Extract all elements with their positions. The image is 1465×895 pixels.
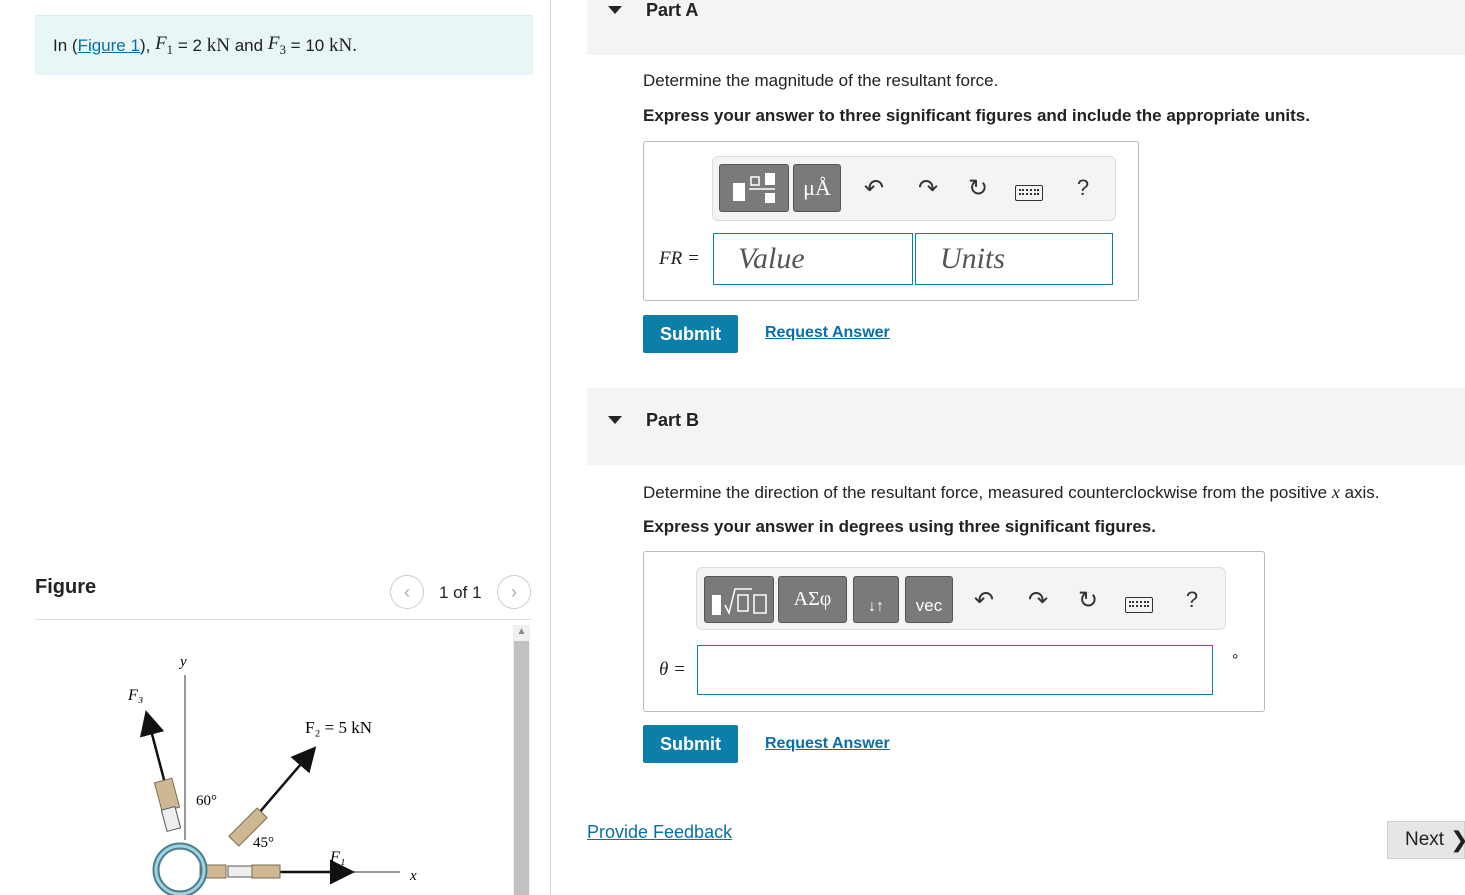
part-b-request-answer-link[interactable]: Request Answer (765, 735, 890, 753)
units-placeholder: Units (940, 242, 1006, 275)
f1-unit: kN (206, 34, 230, 56)
problem-suffix: ), (139, 35, 151, 55)
problem-prefix: In ( (53, 35, 78, 55)
figure-pager-count: 1 of 1 (439, 583, 482, 602)
chevron-left-icon: ‹ (404, 581, 410, 602)
pane-divider (550, 0, 551, 895)
x-axis-label: x (409, 868, 417, 884)
theta-variable-label: θ = (659, 659, 686, 680)
figure-divider (35, 619, 532, 620)
part-b-submit-button[interactable]: Submit (643, 725, 738, 763)
caret-down-icon (608, 6, 622, 14)
arrows-tool-label: ↓↑ (868, 597, 884, 615)
angle-60-label: 60° (196, 793, 217, 809)
figure-title: Figure (35, 576, 97, 598)
fr-variable-label: FR = (659, 248, 700, 269)
units-tool-button[interactable]: μÅ (793, 164, 841, 212)
f1-value: = 2 (177, 35, 203, 55)
part-b-answer-box: ΑΣφ ↓↑ vec ↶ ↷ ↻ ? θ = ° (643, 551, 1265, 712)
figure-scrollbar-thumb[interactable] (514, 641, 529, 895)
chevron-right-icon: ❯ (1450, 829, 1465, 851)
chevron-right-icon: › (511, 581, 517, 602)
degree-unit-label: ° (1232, 652, 1239, 669)
part-b-header[interactable]: Part B (587, 388, 1465, 465)
part-a-submit-button[interactable]: Submit (643, 315, 738, 353)
help-icon[interactable]: ? (1068, 173, 1098, 203)
turnbuckle-f3 (160, 805, 182, 833)
redo-icon[interactable]: ↷ (913, 173, 943, 203)
value-input[interactable]: Value (713, 233, 913, 285)
reset-icon[interactable]: ↻ (1073, 585, 1103, 615)
problem-statement: In (Figure 1), F1 = 2 kN and F3 = 10 kN. (35, 15, 533, 75)
undo-icon[interactable]: ↶ (969, 585, 999, 615)
f3-label: F₃ (127, 687, 143, 704)
value-placeholder: Value (738, 242, 805, 275)
help-label: ? (1076, 175, 1090, 200)
vec-tool-button[interactable]: vec (905, 576, 953, 623)
template-tool-button[interactable] (704, 576, 774, 623)
help-icon[interactable]: ? (1177, 585, 1207, 615)
angle-45-label: 45° (253, 835, 274, 851)
force-diagram: y x F₃ F₂ = 5 kN F₁ 60° 45° (127, 654, 417, 895)
units-tool-label: μÅ (803, 175, 831, 200)
next-label: Next (1405, 829, 1445, 850)
f1-symbol: F1 (155, 33, 174, 57)
greek-tool-label: ΑΣφ (793, 588, 832, 610)
units-input[interactable]: Units (915, 233, 1113, 285)
next-button[interactable]: Next ❯ (1387, 821, 1465, 859)
f3-symbol: F3 (267, 33, 286, 57)
prev-figure-button[interactable]: ‹ (390, 575, 424, 609)
provide-feedback-link[interactable]: Provide Feedback (587, 822, 732, 843)
y-axis-label: y (178, 654, 187, 670)
part-a-request-answer-link[interactable]: Request Answer (765, 324, 890, 342)
f3-value: = 10 (290, 35, 325, 55)
part-a-answer-box: μÅ ↶ ↷ ↻ ? FR = Value Units (643, 141, 1139, 301)
f2-label: F₂ = 5 kN (305, 718, 372, 737)
part-a-title: Part A (646, 0, 699, 20)
part-a-instruction: Express your answer to three significant… (643, 106, 1310, 125)
turnbuckle-f1 (227, 865, 253, 878)
scroll-up-icon[interactable]: ▲ (513, 625, 530, 639)
part-b-prompt: Determine the direction of the resultant… (643, 482, 1380, 502)
angle-input[interactable] (697, 645, 1213, 695)
f1-label: F₁ (329, 849, 345, 866)
rope-segment-f1-b (251, 864, 281, 879)
figure-link[interactable]: Figure 1 (78, 36, 140, 56)
radical-template-icon (712, 587, 767, 615)
caret-down-icon (608, 416, 622, 424)
and-text: and (234, 35, 264, 55)
fraction-template-icon (733, 173, 775, 203)
part-b-toolbar: ΑΣφ ↓↑ vec ↶ ↷ ↻ ? (696, 567, 1226, 630)
subscript-tool-button[interactable]: ↓↑ (853, 576, 899, 623)
keyboard-icon[interactable] (1015, 185, 1043, 201)
help-label: ? (1185, 587, 1199, 612)
keyboard-icon[interactable] (1125, 597, 1153, 613)
greek-tool-button[interactable]: ΑΣφ (778, 576, 847, 623)
template-tool-button[interactable] (719, 164, 789, 212)
next-figure-button[interactable]: › (497, 575, 531, 609)
part-b-title: Part B (646, 410, 700, 430)
part-a-prompt: Determine the magnitude of the resultant… (643, 71, 999, 90)
ring-highlight (154, 844, 206, 895)
part-a-header[interactable]: Part A (587, 0, 1465, 55)
f3-unit: kN. (328, 34, 357, 56)
reset-icon[interactable]: ↻ (963, 173, 993, 203)
vec-tool-label: vec (915, 595, 943, 615)
part-b-instruction: Express your answer in degrees using thr… (643, 517, 1156, 536)
part-a-toolbar: μÅ ↶ ↷ ↻ ? (712, 156, 1116, 221)
redo-icon[interactable]: ↷ (1023, 585, 1053, 615)
undo-icon[interactable]: ↶ (859, 173, 889, 203)
rope-segment-f3 (153, 777, 181, 813)
